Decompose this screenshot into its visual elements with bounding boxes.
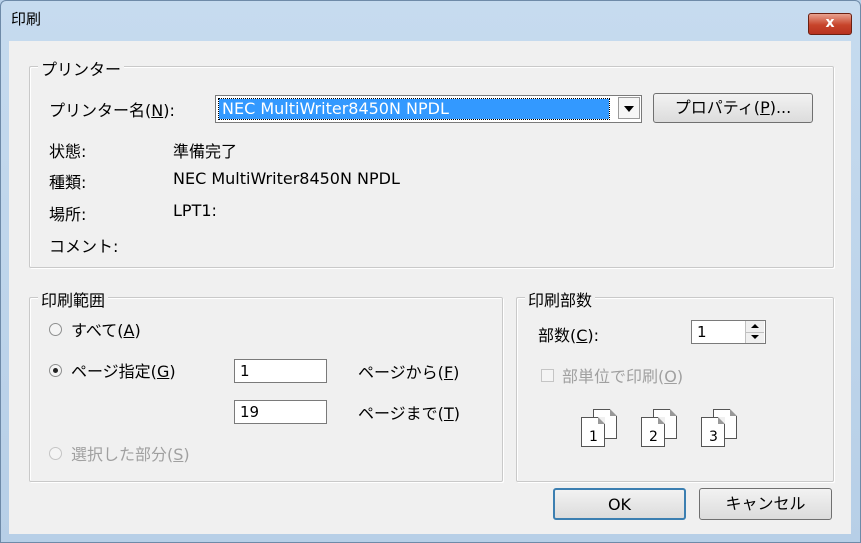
page-to-label: ページまで(T) xyxy=(358,404,460,423)
print-range-group-label: 印刷範囲 xyxy=(38,287,109,311)
collate-page-3-front: 3 xyxy=(701,417,725,447)
copies-count-input[interactable]: 1 xyxy=(691,320,766,344)
location-label: 場所: xyxy=(49,205,87,224)
printer-name-select[interactable]: NEC MultiWriter8450N NPDL xyxy=(215,95,642,123)
range-pages-radio[interactable] xyxy=(49,364,62,377)
print-range-group: 印刷範囲 すべて(A) ページ指定(G) 1 ページから(F) 19 ページまで… xyxy=(29,287,503,482)
close-icon: x xyxy=(825,15,835,31)
collate-page-2-front: 2 xyxy=(641,417,665,447)
collate-label[interactable]: 部単位で印刷(O) xyxy=(562,363,683,387)
spin-down-icon[interactable] xyxy=(746,332,764,343)
range-all-radio[interactable] xyxy=(49,323,62,336)
copies-count-value: 1 xyxy=(697,323,707,341)
dialog-body: プリンター プリンター名(N): NEC MultiWriter8450N NP… xyxy=(9,41,851,534)
page-from-input[interactable]: 1 xyxy=(234,359,327,383)
copies-spinner[interactable] xyxy=(745,321,764,343)
comment-label: コメント: xyxy=(49,237,119,256)
printer-name-value: NEC MultiWriter8450N NPDL xyxy=(218,98,610,120)
collate-page-1-front: 1 xyxy=(581,417,605,447)
ok-button[interactable]: OK xyxy=(553,488,686,520)
dropdown-arrow-icon[interactable] xyxy=(618,97,640,119)
copies-group-label: 印刷部数 xyxy=(525,287,596,311)
page-to-input[interactable]: 19 xyxy=(234,400,327,424)
close-button[interactable]: x xyxy=(808,13,852,35)
status-label: 状態: xyxy=(49,142,87,161)
collate-illustration: 1 1 2 2 3 3 xyxy=(581,403,771,453)
type-value: NEC MultiWriter8450N NPDL xyxy=(173,169,400,188)
window-title: 印刷 xyxy=(11,10,42,28)
range-selection-radio[interactable] xyxy=(49,447,62,460)
range-selection-label[interactable]: 選択した部分(S) xyxy=(71,441,190,465)
page-from-label: ページから(F) xyxy=(358,363,460,382)
copies-group: 印刷部数 部数(C): 1 部単位で印刷(O) 1 1 2 2 3 3 xyxy=(516,287,834,482)
printer-name-label: プリンター名(N): xyxy=(49,101,175,120)
location-value: LPT1: xyxy=(173,201,217,220)
range-pages-label[interactable]: ページ指定(G) xyxy=(71,358,176,382)
printer-group: プリンター プリンター名(N): NEC MultiWriter8450N NP… xyxy=(29,56,834,268)
print-dialog: 印刷 x プリンター プリンター名(N): NEC MultiWriter845… xyxy=(0,0,861,543)
collate-checkbox[interactable] xyxy=(541,369,554,382)
status-value: 準備完了 xyxy=(173,142,238,161)
printer-group-label: プリンター xyxy=(38,56,125,80)
copies-count-label: 部数(C): xyxy=(538,326,600,345)
cancel-button[interactable]: キャンセル xyxy=(699,488,832,520)
type-label: 種類: xyxy=(49,173,87,192)
range-all-label[interactable]: すべて(A) xyxy=(71,317,141,341)
title-bar[interactable]: 印刷 x xyxy=(1,1,860,35)
properties-button[interactable]: プロパティ(P)... xyxy=(653,93,813,123)
